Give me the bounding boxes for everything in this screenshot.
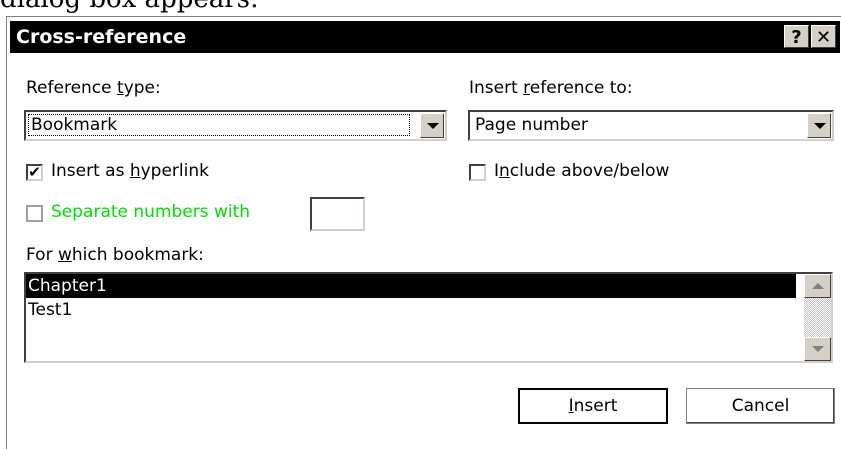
scroll-up-button[interactable] [804, 274, 831, 298]
close-icon: ✕ [815, 27, 832, 48]
insert-button-label: nsert [573, 396, 618, 416]
list-item[interactable]: Chapter1 [26, 274, 796, 298]
insert-as-hyperlink-checkbox[interactable]: ✔ [26, 164, 43, 181]
include-label-text-end: clude above/below [509, 161, 670, 181]
reference-type-label-text: Reference [26, 78, 118, 98]
include-above-below-checkbox[interactable] [469, 164, 486, 181]
reference-type-label: Reference type: [26, 78, 161, 98]
for-which-label-text-end: hich bookmark: [71, 245, 204, 265]
list-item[interactable]: Test1 [26, 298, 831, 322]
close-button[interactable]: ✕ [811, 25, 836, 48]
help-button[interactable]: ? [784, 25, 809, 48]
include-above-below-label[interactable]: Include above/below [494, 161, 669, 181]
insert-reference-to-value: Page number [475, 115, 588, 135]
separate-numbers-label: Separate numbers with [51, 202, 251, 222]
scroll-down-button[interactable] [804, 337, 831, 361]
bookmark-list-scrollbar[interactable] [804, 274, 831, 361]
insert-reference-label-text-end: eference to: [529, 78, 633, 98]
include-label-mnemonic: n [499, 161, 510, 181]
reference-type-select[interactable]: Bookmark [24, 110, 447, 141]
hyperlink-label-text: Insert as [51, 161, 130, 181]
insert-button[interactable]: Insert [518, 388, 668, 424]
hyperlink-label-mnemonic: h [129, 161, 141, 181]
hyperlink-label-text-end: yperlink [140, 161, 209, 181]
insert-reference-to-select[interactable]: Page number [468, 110, 834, 141]
insert-as-hyperlink-label[interactable]: Insert as hyperlink [51, 161, 209, 181]
reference-type-label-text-end: ype: [123, 78, 161, 98]
reference-type-label-mnemonic: t [117, 78, 124, 98]
insert-reference-label-mnemonic: r [523, 78, 530, 98]
dialog-title: Cross-reference [16, 26, 187, 48]
for-which-bookmark-label: For which bookmark: [26, 245, 204, 265]
insert-reference-label-text: Insert [469, 78, 524, 98]
separate-numbers-checkbox[interactable] [26, 205, 43, 222]
reference-type-value: Bookmark [28, 114, 410, 136]
bookmark-list[interactable]: Chapter1 Test1 [24, 272, 833, 363]
reference-type-dropdown-button[interactable] [420, 113, 444, 138]
insert-reference-to-label: Insert reference to: [469, 78, 633, 98]
for-which-label-mnemonic: w [57, 245, 72, 265]
separate-numbers-input[interactable] [310, 197, 365, 231]
cancel-button[interactable]: Cancel [686, 388, 835, 424]
for-which-label-text: For [26, 245, 58, 265]
insert-reference-to-dropdown-button[interactable] [807, 113, 831, 138]
help-icon: ? [791, 27, 802, 48]
checkmark-icon: ✔ [28, 163, 41, 181]
cross-reference-dialog: Cross-reference ? ✕ Reference type: Book… [6, 16, 841, 449]
dialog-titlebar: Cross-reference ? ✕ [10, 21, 840, 53]
background-caption: dialog box appears: [0, 0, 259, 14]
